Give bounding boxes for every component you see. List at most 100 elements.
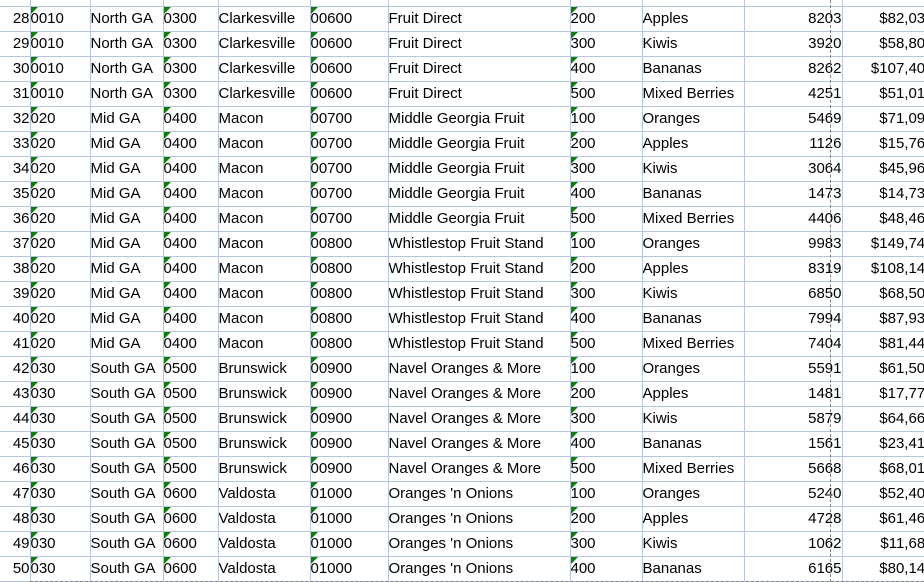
grid-cell-quantity[interactable]: 9983: [744, 231, 843, 257]
grid-cell-region_id[interactable]: 030: [30, 406, 91, 432]
grid-cell-region_name[interactable]: Mid GA: [90, 131, 164, 157]
grid-cell-amount[interactable]: $108,147: [842, 256, 924, 282]
table-row[interactable]: 49 030 South GA 0600 Valdosta 01000 Oranges 'n…: [0, 531, 924, 557]
grid-cell-district_id[interactable]: 0400: [163, 281, 219, 307]
grid-cell-district_name[interactable]: Clarkesville: [218, 6, 311, 32]
row-header-cell[interactable]: 40: [0, 306, 31, 332]
grid-cell-product_id[interactable]: 200: [570, 506, 643, 532]
grid-cell-product_name[interactable]: Bananas: [642, 306, 745, 332]
grid-cell-quantity[interactable]: 4251: [744, 81, 843, 107]
table-row[interactable]: 33 020 Mid GA 0400 Macon 00700 Middle Georgia …: [0, 131, 924, 157]
grid-cell-store_name[interactable]: Middle Georgia Fruit: [388, 206, 571, 232]
grid-cell-product_id[interactable]: 200: [570, 131, 643, 157]
grid-cell-amount[interactable]: $68,500: [842, 281, 924, 307]
grid-cell-region_name[interactable]: South GA: [90, 406, 164, 432]
grid-cell-district_id[interactable]: 0400: [163, 131, 219, 157]
grid-cell-region_id[interactable]: 020: [30, 281, 91, 307]
grid-cell-store_name[interactable]: Middle Georgia Fruit: [388, 131, 571, 157]
grid-cell-store_id[interactable]: 00800: [310, 306, 389, 332]
grid-cell-amount[interactable]: $80,145: [842, 556, 924, 582]
grid-cell-district_name[interactable]: Valdosta: [218, 481, 311, 507]
grid-cell-amount[interactable]: $107,406: [842, 56, 924, 82]
grid-cell-district_id[interactable]: 0300: [163, 81, 219, 107]
grid-cell-region_name[interactable]: Mid GA: [90, 106, 164, 132]
grid-cell-store_name[interactable]: Navel Oranges & More: [388, 381, 571, 407]
table-row[interactable]: 47 030 South GA 0600 Valdosta 01000 Oranges 'n…: [0, 481, 924, 507]
grid-cell-quantity[interactable]: 6850: [744, 281, 843, 307]
table-row[interactable]: 35 020 Mid GA 0400 Macon 00700 Middle Georgia …: [0, 181, 924, 207]
row-header-cell[interactable]: 45: [0, 431, 31, 457]
grid-cell-district_name[interactable]: Brunswick: [218, 431, 311, 457]
grid-cell-region_name[interactable]: Mid GA: [90, 331, 164, 357]
grid-cell-district_id[interactable]: 0400: [163, 331, 219, 357]
grid-cell-store_id[interactable]: 00700: [310, 106, 389, 132]
grid-cell-store_name[interactable]: Whistlestop Fruit Stand: [388, 331, 571, 357]
grid-cell-district_name[interactable]: Macon: [218, 206, 311, 232]
grid-cell-store_id[interactable]: 00800: [310, 281, 389, 307]
grid-cell-quantity[interactable]: 1481: [744, 381, 843, 407]
table-row[interactable]: 42 030 South GA 0500 Brunswick 00900 Navel Ora…: [0, 356, 924, 382]
grid-cell-product_id[interactable]: 400: [570, 181, 643, 207]
grid-cell-store_id[interactable]: 00600: [310, 81, 389, 107]
table-row[interactable]: 36 020 Mid GA 0400 Macon 00700 Middle Georgia …: [0, 206, 924, 232]
grid-cell-product_name[interactable]: Apples: [642, 381, 745, 407]
grid-cell-store_name[interactable]: Middle Georgia Fruit: [388, 181, 571, 207]
grid-cell-product_name[interactable]: Oranges: [642, 106, 745, 132]
row-header-cell[interactable]: 46: [0, 456, 31, 482]
grid-cell-region_id[interactable]: 030: [30, 431, 91, 457]
grid-cell-quantity[interactable]: 7404: [744, 331, 843, 357]
grid-cell-district_name[interactable]: Macon: [218, 106, 311, 132]
grid-cell-product_name[interactable]: Mixed Berries: [642, 456, 745, 482]
row-header-cell[interactable]: 36: [0, 206, 31, 232]
grid-cell-district_id[interactable]: 0400: [163, 156, 219, 182]
grid-cell-amount[interactable]: $14,730: [842, 181, 924, 207]
grid-cell-region_name[interactable]: North GA: [90, 31, 164, 57]
grid-cell-district_id[interactable]: 0500: [163, 431, 219, 457]
grid-cell-quantity[interactable]: 8319: [744, 256, 843, 282]
grid-cell-region_name[interactable]: North GA: [90, 56, 164, 82]
grid-cell-amount[interactable]: $45,960: [842, 156, 924, 182]
grid-cell-quantity[interactable]: 7994: [744, 306, 843, 332]
grid-cell-store_name[interactable]: Whistlestop Fruit Stand: [388, 256, 571, 282]
grid-cell-product_name[interactable]: Apples: [642, 506, 745, 532]
grid-cell-region_name[interactable]: South GA: [90, 531, 164, 557]
grid-cell-district_id[interactable]: 0400: [163, 106, 219, 132]
row-header-cell[interactable]: 38: [0, 256, 31, 282]
grid-cell-district_id[interactable]: 0500: [163, 381, 219, 407]
grid-cell-store_name[interactable]: Navel Oranges & More: [388, 406, 571, 432]
grid-cell-amount[interactable]: $11,682: [842, 531, 924, 557]
grid-cell-district_id[interactable]: 0500: [163, 406, 219, 432]
grid-cell-product_id[interactable]: 100: [570, 106, 643, 132]
grid-cell-region_id[interactable]: 020: [30, 206, 91, 232]
row-header-cell[interactable]: 32: [0, 106, 31, 132]
grid-cell-product_name[interactable]: Kiwis: [642, 531, 745, 557]
grid-cell-product_id[interactable]: 300: [570, 531, 643, 557]
grid-cell-store_name[interactable]: Oranges 'n Onions: [388, 531, 571, 557]
grid-cell-store_id[interactable]: 01000: [310, 506, 389, 532]
grid-cell-quantity[interactable]: 3920: [744, 31, 843, 57]
grid-cell-store_name[interactable]: Navel Oranges & More: [388, 431, 571, 457]
grid-cell-region_name[interactable]: North GA: [90, 6, 164, 32]
grid-cell-quantity[interactable]: 5879: [744, 406, 843, 432]
grid-cell-store_name[interactable]: Navel Oranges & More: [388, 456, 571, 482]
grid-cell-region_name[interactable]: South GA: [90, 431, 164, 457]
grid-cell-product_name[interactable]: Apples: [642, 131, 745, 157]
row-header-cell[interactable]: 34: [0, 156, 31, 182]
grid-cell-amount[interactable]: $87,934: [842, 306, 924, 332]
grid-cell-product_id[interactable]: 200: [570, 256, 643, 282]
table-row[interactable]: 29 0010 North GA 0300 Clarkesville 00600 Fruit…: [0, 31, 924, 57]
table-row[interactable]: 34 020 Mid GA 0400 Macon 00700 Middle Georgia …: [0, 156, 924, 182]
grid-cell-store_id[interactable]: 01000: [310, 556, 389, 582]
grid-cell-amount[interactable]: $51,012: [842, 81, 924, 107]
table-row[interactable]: 44 030 South GA 0500 Brunswick 00900 Navel Ora…: [0, 406, 924, 432]
grid-cell-amount[interactable]: $68,016: [842, 456, 924, 482]
grid-cell-product_name[interactable]: Oranges: [642, 481, 745, 507]
grid-cell-district_id[interactable]: 0600: [163, 531, 219, 557]
grid-cell-region_name[interactable]: Mid GA: [90, 156, 164, 182]
grid-cell-region_id[interactable]: 030: [30, 456, 91, 482]
grid-cell-amount[interactable]: $149,745: [842, 231, 924, 257]
grid-cell-region_id[interactable]: 020: [30, 306, 91, 332]
grid-cell-store_name[interactable]: Whistlestop Fruit Stand: [388, 231, 571, 257]
grid-cell-region_id[interactable]: 030: [30, 506, 91, 532]
grid-cell-store_name[interactable]: Fruit Direct: [388, 6, 571, 32]
